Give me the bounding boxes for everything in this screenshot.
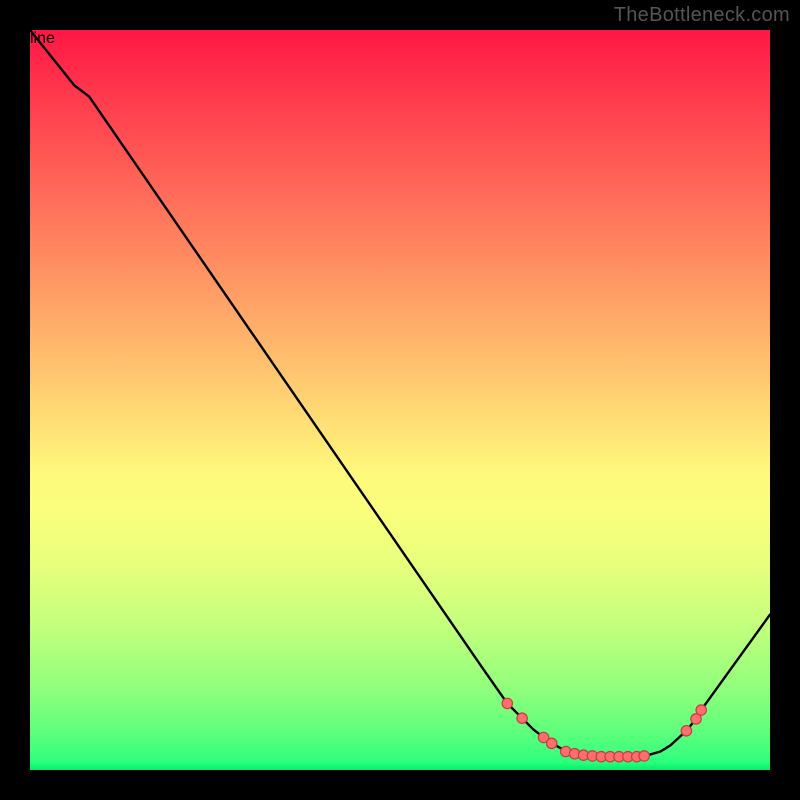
chart-dot xyxy=(696,705,706,715)
chart-dot xyxy=(502,698,512,708)
chart-plot-area: line xyxy=(30,30,770,770)
chart-dot xyxy=(639,751,649,761)
chart-svg xyxy=(30,30,770,770)
chart-dot xyxy=(681,726,691,736)
chart-dot xyxy=(547,738,557,748)
chart-curve xyxy=(30,30,770,757)
chart-dot xyxy=(517,713,527,723)
watermark-text: TheBottleneck.com xyxy=(614,4,790,27)
